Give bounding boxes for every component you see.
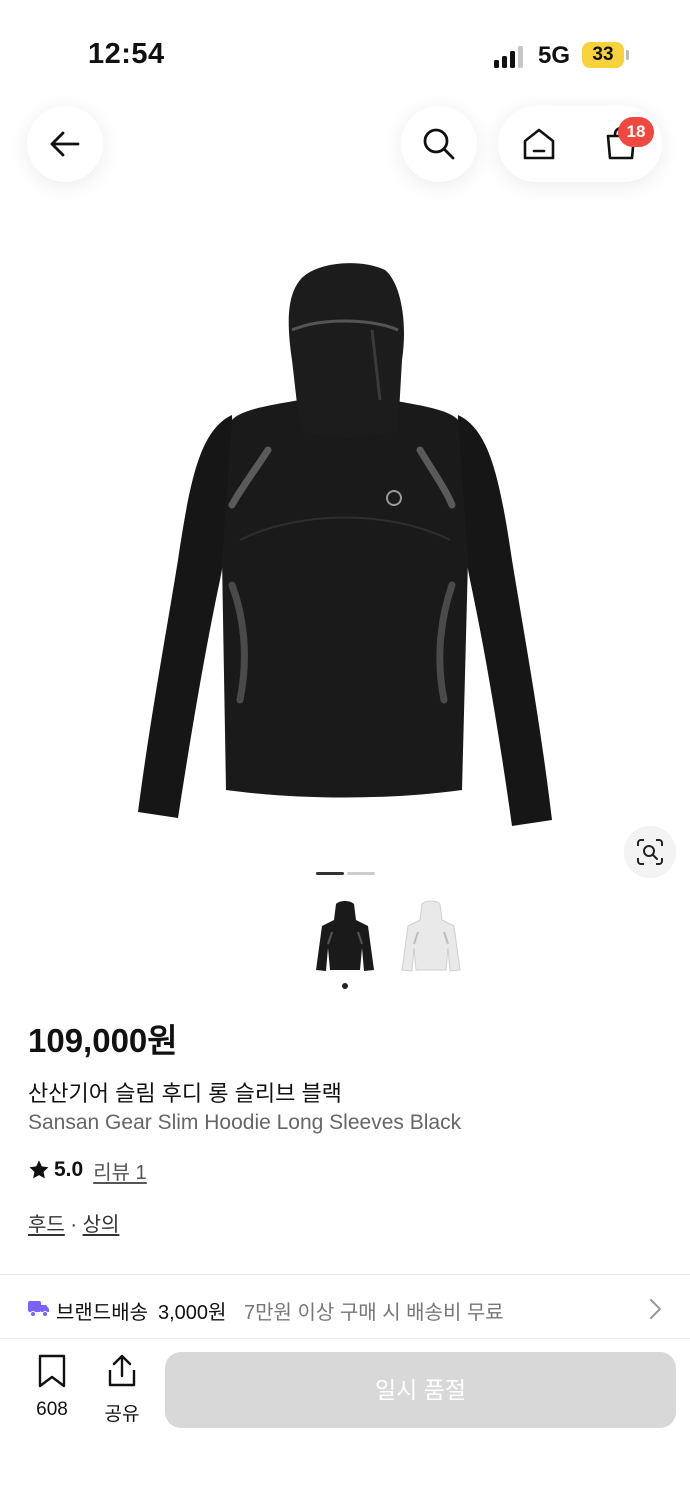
battery-icon: 33 (582, 42, 624, 68)
chevron-right-icon (650, 1299, 661, 1319)
category-separator: · (64, 1214, 83, 1236)
cart-count-badge: 18 (618, 117, 654, 147)
star-icon (29, 1160, 49, 1179)
thumbnail-selected-dot (342, 983, 348, 989)
bookmark-button[interactable]: 608 (24, 1354, 80, 1421)
product-name-ko: 산산기어 슬림 후디 롱 슬리브 블랙 (28, 1081, 342, 1106)
share-button[interactable]: 공유 (94, 1354, 150, 1426)
rating-value: 5.0 (54, 1158, 84, 1181)
shipping-info-row[interactable]: 브랜드배송 3,000원 7만원 이상 구매 시 배송비 무료 (0, 1282, 690, 1334)
battery-tip (626, 50, 629, 60)
shipping-note: 7만원 이상 구매 시 배송비 무료 (244, 1302, 504, 1324)
product-price: 109,000원 (28, 1022, 178, 1059)
visual-search-button[interactable] (624, 826, 676, 878)
rating-row: 5.0 리뷰 1 (28, 1156, 147, 1185)
bookmark-count: 608 (36, 1399, 68, 1420)
soldout-button[interactable]: 일시 품절 (165, 1352, 676, 1428)
review-link[interactable]: 리뷰 1 (93, 1156, 146, 1185)
shipping-fee: 3,000원 (158, 1302, 227, 1324)
bottom-action-bar: 608 공유 일시 품절 (0, 1340, 690, 1500)
category-link-top[interactable]: 상의 (83, 1214, 120, 1236)
search-button[interactable] (401, 106, 477, 182)
cart-button[interactable] (580, 106, 662, 182)
product-name-en: Sansan Gear Slim Hoodie Long Sleeves Bla… (28, 1111, 462, 1134)
status-time: 12:54 (88, 38, 165, 70)
gallery-indicator-active (316, 872, 344, 875)
share-icon (108, 1354, 136, 1387)
network-label: 5G (538, 42, 571, 69)
home-icon (523, 128, 555, 160)
divider (0, 1338, 690, 1339)
home-button[interactable] (498, 106, 580, 182)
status-bar: 12:54 5G 33 (0, 0, 690, 100)
arrow-left-icon (50, 131, 80, 157)
product-image[interactable] (0, 220, 690, 860)
thumbnail-white[interactable] (394, 898, 468, 976)
search-icon (423, 128, 455, 160)
bookmark-icon (38, 1354, 66, 1388)
category-link-hood[interactable]: 후드 (28, 1214, 65, 1236)
lens-icon (637, 839, 663, 865)
category-breadcrumb: 후드 · 상의 (28, 1208, 119, 1237)
divider (0, 1274, 690, 1275)
signal-icon (494, 46, 523, 68)
back-button[interactable] (27, 106, 103, 182)
shipping-label: 브랜드배송 (56, 1302, 148, 1324)
gallery-indicator (347, 872, 375, 875)
thumbnail-black[interactable] (308, 898, 382, 976)
truck-icon (28, 1301, 49, 1317)
share-label: 공유 (104, 1404, 140, 1425)
